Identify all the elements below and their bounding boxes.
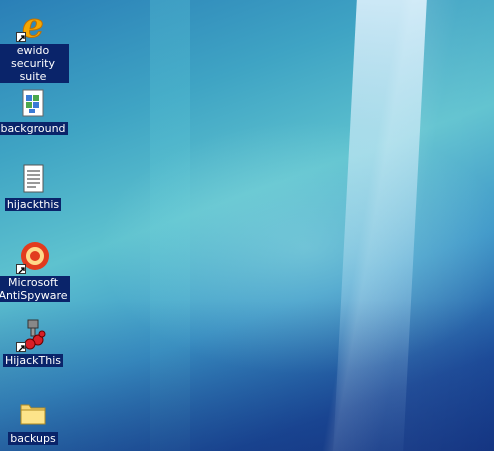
wallpaper-light-beam xyxy=(150,0,190,451)
text-file-icon xyxy=(16,162,50,196)
desktop-icon-label: hijackthis xyxy=(4,198,62,211)
desktop-icon-backups[interactable]: backups xyxy=(0,396,69,445)
wallpaper-light-beam xyxy=(333,0,427,451)
desktop-icon-label: HijackThis xyxy=(2,354,64,367)
microsoft-antispyware-icon xyxy=(16,240,50,274)
desktop-icon-hijackthis-program[interactable]: HijackThis xyxy=(0,318,69,367)
folder-icon xyxy=(16,396,50,430)
shortcut-arrow-icon xyxy=(16,264,26,274)
desktop-icon-background[interactable]: background xyxy=(0,86,69,135)
desktop-icon-label: backups xyxy=(8,432,58,445)
desktop-icon-ewido[interactable]: e ewido security suite xyxy=(0,6,69,83)
shortcut-arrow-icon xyxy=(16,342,26,352)
hijackthis-program-icon xyxy=(16,318,50,352)
desktop-icon-label: ewido security suite xyxy=(0,44,69,83)
desktop-icon-label: background xyxy=(0,122,68,135)
registry-file-icon xyxy=(16,86,50,120)
ewido-e-icon: e xyxy=(16,6,50,47)
desktop-icon-label: Microsoft AntiSpyware xyxy=(0,276,70,302)
desktop-icon-microsoft-antispyware[interactable]: Microsoft AntiSpyware xyxy=(0,240,70,302)
desktop-icon-hijackthis-log[interactable]: hijackthis xyxy=(0,162,69,211)
wallpaper-shade xyxy=(0,300,494,451)
shortcut-arrow-icon xyxy=(16,32,26,42)
